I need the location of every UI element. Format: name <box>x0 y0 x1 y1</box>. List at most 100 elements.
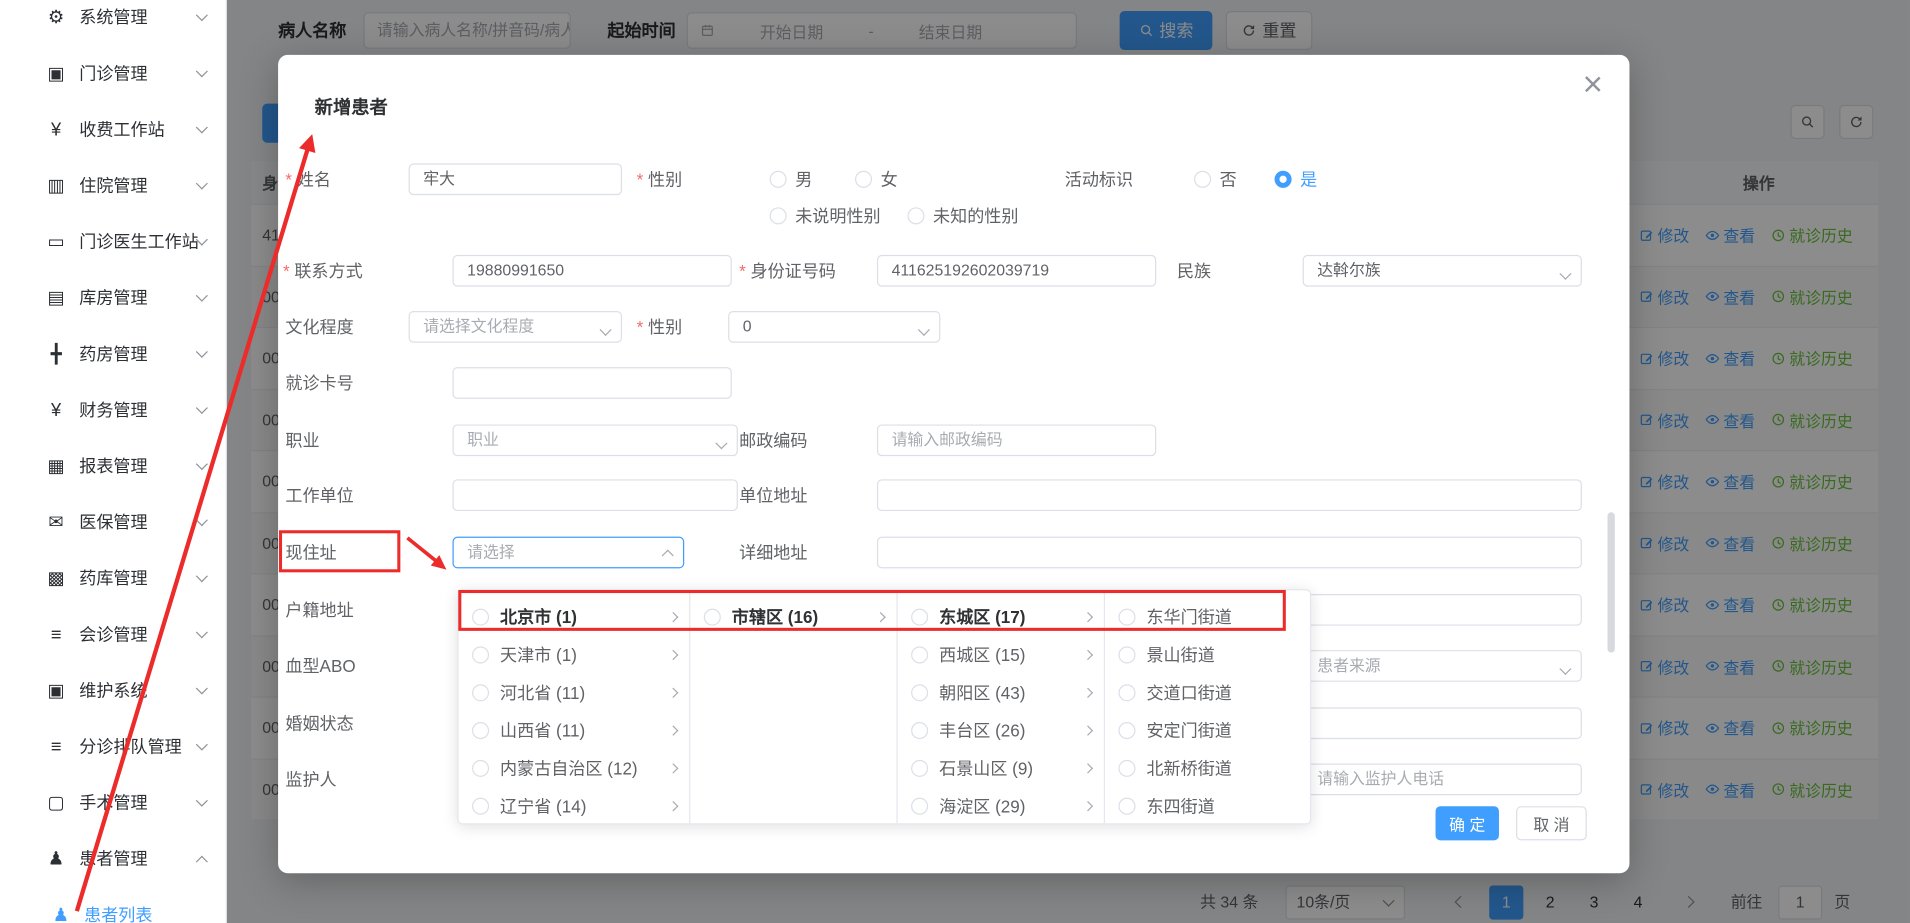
sidebar-item-label: 分诊排队管理 <box>79 734 197 758</box>
sidebar-item-surgery[interactable]: ▢手术管理 <box>0 774 226 830</box>
cascader-option[interactable]: 北京市 (1) <box>459 598 690 636</box>
gender2-select[interactable]: 0 <box>728 311 940 343</box>
sidebar-item-label: 库房管理 <box>79 285 197 309</box>
cascader-option[interactable]: 东城区 (17) <box>898 598 1104 636</box>
cascader-option[interactable]: 东华门街道 <box>1105 598 1310 636</box>
household-address-input[interactable] <box>1303 594 1582 626</box>
education-select[interactable]: 请选择文化程度 <box>409 311 622 343</box>
cascader-option[interactable]: 辽宁省 (14) <box>459 787 690 824</box>
work-unit-input[interactable] <box>452 479 737 511</box>
confirm-button[interactable]: 确 定 <box>1436 806 1499 840</box>
cascader-column-city: 市辖区 (16) <box>690 590 897 823</box>
ethnicity-label: 民族 <box>1177 255 1211 287</box>
card-number-label: 就诊卡号 <box>285 367 353 399</box>
sidebar-item-consultation[interactable]: ≡会诊管理 <box>0 606 226 662</box>
sidebar-item-patient-management[interactable]: ♟患者管理 <box>0 831 226 887</box>
radio-icon <box>1118 684 1135 701</box>
document-icon: ▤ <box>44 287 68 309</box>
chevron-down-icon <box>196 346 208 358</box>
unit-address-input[interactable] <box>877 479 1582 511</box>
work-unit-label: 工作单位 <box>285 479 353 511</box>
cascader-option[interactable]: 天津市 (1) <box>459 635 690 673</box>
chevron-right-icon <box>668 800 678 810</box>
postal-code-label: 邮政编码 <box>739 424 807 456</box>
yen-icon: ¥ <box>44 399 68 420</box>
chevron-right-icon <box>1083 763 1093 773</box>
person-icon: ♟ <box>49 904 73 923</box>
gear-icon: ⚙ <box>44 6 68 28</box>
gender-radio-unstated[interactable]: 未说明性别 <box>770 200 881 232</box>
active-flag-radio-no[interactable]: 否 <box>1194 163 1237 195</box>
cascader-option[interactable]: 朝阳区 (43) <box>898 673 1104 711</box>
gender-label: 性别 <box>637 163 683 195</box>
sidebar-item-pharmacy[interactable]: ╋药房管理 <box>0 326 226 382</box>
patient-source-select[interactable]: 患者来源 <box>1303 650 1582 682</box>
radio-icon <box>907 207 924 224</box>
cascader-option[interactable]: 交道口街道 <box>1105 673 1310 711</box>
sidebar-item-triage-queue[interactable]: ≡分诊排队管理 <box>0 718 226 774</box>
cascader-option[interactable]: 北新桥街道 <box>1105 749 1310 787</box>
cascader-option[interactable]: 河北省 (11) <box>459 673 690 711</box>
cascader-option[interactable]: 山西省 (11) <box>459 711 690 749</box>
active-flag-radio-yes[interactable]: 是 <box>1275 163 1318 195</box>
cascader-option[interactable]: 丰台区 (26) <box>898 711 1104 749</box>
cancel-button[interactable]: 取 消 <box>1516 806 1587 840</box>
chevron-down-icon <box>196 570 208 582</box>
detailed-address-input[interactable] <box>877 537 1582 569</box>
cascader-option[interactable]: 海淀区 (29) <box>898 787 1104 824</box>
gender-radio-female[interactable]: 女 <box>855 163 898 195</box>
radio-icon <box>472 797 489 814</box>
chevron-down-icon <box>196 178 208 190</box>
unit-address-label: 单位地址 <box>739 479 807 511</box>
sidebar-item-insurance[interactable]: ✉医保管理 <box>0 494 226 550</box>
sidebar-item-drug-depot[interactable]: ▩药库管理 <box>0 550 226 606</box>
sidebar-item-finance[interactable]: ¥财务管理 <box>0 382 226 438</box>
sidebar-item-fee-station[interactable]: ¥收费工作站 <box>0 101 226 157</box>
gender-radio-male[interactable]: 男 <box>770 163 813 195</box>
sidebar-item-outpatient[interactable]: ▣门诊管理 <box>0 45 226 101</box>
sidebar-item-system[interactable]: ⚙ 系统管理 <box>0 0 226 45</box>
contact-label: 联系方式 <box>283 255 363 287</box>
sidebar-item-label: 系统管理 <box>79 5 197 29</box>
contact-input[interactable]: 19880991650 <box>452 255 731 287</box>
sidebar-item-reports[interactable]: ▦报表管理 <box>0 438 226 494</box>
postal-code-input[interactable]: 请输入邮政编码 <box>877 424 1156 456</box>
cascader-option[interactable]: 东四街道 <box>1105 787 1310 824</box>
sidebar-item-storehouse[interactable]: ▤ 库房管理 <box>0 270 226 326</box>
sidebar-item-patient-list[interactable]: ♟患者列表 <box>0 887 226 923</box>
name-input[interactable]: 牢大 <box>409 163 622 195</box>
radio-icon <box>770 207 787 224</box>
cascader-option[interactable]: 景山街道 <box>1105 635 1310 673</box>
mail-icon: ✉ <box>44 511 68 533</box>
card-number-input[interactable] <box>452 367 731 399</box>
cascader-option[interactable]: 市辖区 (16) <box>690 598 896 636</box>
guardian-phone-input[interactable]: 请输入监护人电话 <box>1303 764 1582 796</box>
education-label: 文化程度 <box>285 311 353 343</box>
sidebar-item-doctor-workstation[interactable]: ▭门诊医生工作站 <box>0 213 226 269</box>
cascader-option[interactable]: 安定门街道 <box>1105 711 1310 749</box>
cascader-option[interactable]: 西城区 (15) <box>898 635 1104 673</box>
chevron-down-icon <box>196 65 208 77</box>
cascader-option[interactable]: 石景山区 (9) <box>898 749 1104 787</box>
close-icon[interactable] <box>1583 74 1603 94</box>
cascader-option[interactable]: 内蒙古自治区 (12) <box>459 749 690 787</box>
sidebar-item-maintenance[interactable]: ▣维护系统 <box>0 662 226 718</box>
chevron-right-icon <box>668 725 678 735</box>
chevron-down-icon <box>918 324 930 336</box>
chevron-down-icon <box>196 290 208 302</box>
ethnicity-select[interactable]: 达斡尔族 <box>1303 255 1582 287</box>
gender-radio-unknown[interactable]: 未知的性别 <box>907 200 1018 232</box>
sidebar-item-label: 报表管理 <box>79 454 197 478</box>
dialog-scrollbar[interactable] <box>1608 512 1615 652</box>
clinic-icon: ▣ <box>44 62 68 84</box>
marital-status-input[interactable] <box>1303 707 1582 739</box>
sidebar-item-inpatient[interactable]: ▥住院管理 <box>0 157 226 213</box>
chevron-right-icon <box>668 763 678 773</box>
occupation-select[interactable]: 职业 <box>452 424 737 456</box>
sidebar-item-label: 门诊医生工作站 <box>79 229 197 253</box>
current-address-cascader[interactable]: 请选择 <box>452 537 684 569</box>
radio-icon <box>1118 759 1135 776</box>
list-icon: ≡ <box>44 624 68 645</box>
id-number-input[interactable]: 411625192602039719 <box>877 255 1156 287</box>
radio-checked-icon <box>1275 171 1292 188</box>
